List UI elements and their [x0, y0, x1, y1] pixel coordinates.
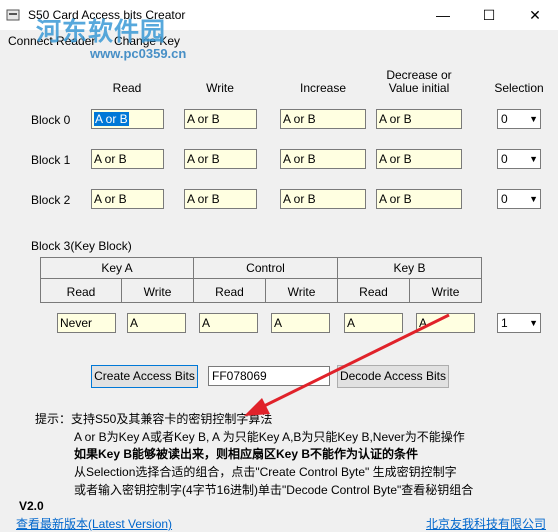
latest-version-link[interactable]: 查看最新版本(Latest Version) — [16, 515, 172, 532]
version-label: V2.0 — [19, 499, 44, 513]
annotation-arrow-icon — [244, 313, 450, 416]
company-link[interactable]: 北京友我科技有限公司 — [426, 515, 546, 532]
